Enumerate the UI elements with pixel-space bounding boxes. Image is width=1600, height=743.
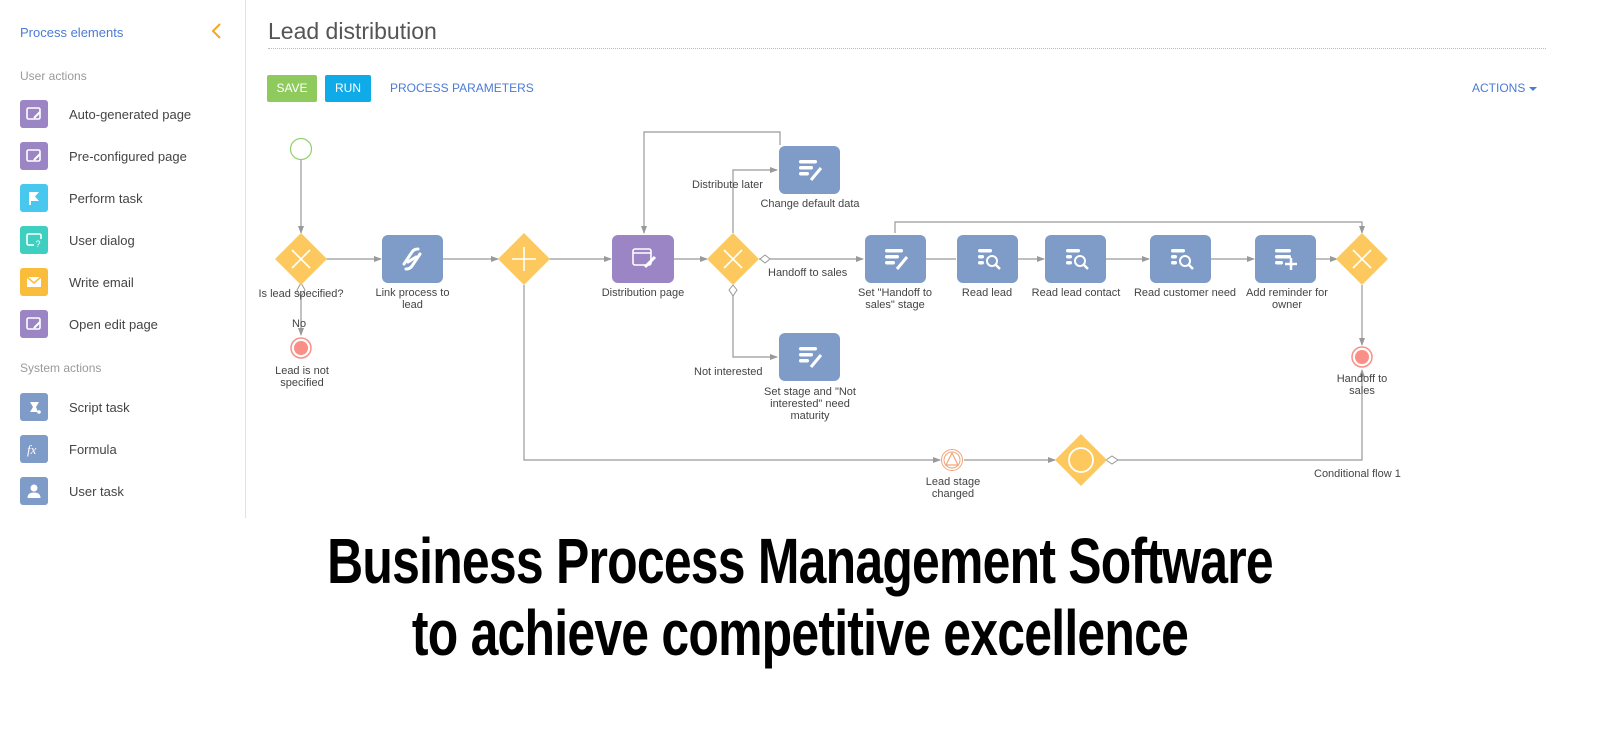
task-read-lead xyxy=(957,235,1018,283)
process-elements-sidebar: Process elements User actions Auto-gener… xyxy=(0,0,246,518)
task-add-reminder xyxy=(1255,235,1316,283)
sidebar-title: Process elements xyxy=(20,25,124,40)
banner-line-1: Business Process Management Software xyxy=(327,525,1273,597)
sidebar-item-script-task[interactable]: Script task xyxy=(20,393,230,421)
label-lead-not-specified: Lead is not specified xyxy=(275,365,329,389)
flow-label-handoff-to-sales: Handoff to sales xyxy=(768,267,848,279)
sidebar-item-label: Auto-generated page xyxy=(69,106,192,122)
task-read-customer-need xyxy=(1150,235,1211,283)
page-edit-icon xyxy=(20,310,48,338)
save-button[interactable]: SAVE xyxy=(267,75,317,102)
flag-icon xyxy=(20,184,48,212)
sidebar-item-label: Perform task xyxy=(69,190,143,206)
run-button[interactable]: RUN xyxy=(325,75,371,102)
flow-label-no: No xyxy=(292,318,307,330)
actions-label: ACTIONS xyxy=(1472,81,1526,95)
group-system-actions: System actions xyxy=(20,361,102,375)
label-change-default-data: Change default data xyxy=(760,198,860,210)
task-link-process-to-lead xyxy=(382,235,443,283)
sidebar-item-user-dialog[interactable]: ? User dialog xyxy=(20,226,230,254)
label-read-customer-need: Read customer need xyxy=(1133,287,1237,299)
svg-text:?: ? xyxy=(36,239,41,248)
page-edit-icon xyxy=(20,100,48,128)
start-event xyxy=(289,137,313,161)
flow-not-interested xyxy=(732,285,778,360)
sidebar-item-pre-configured-page[interactable]: Pre-configured page xyxy=(20,142,230,170)
flow-label-distribute-later: Distribute later xyxy=(692,179,763,191)
sidebar-item-write-email[interactable]: Write email xyxy=(20,268,230,296)
label-read-lead-contact: Read lead contact xyxy=(1031,287,1121,299)
sidebar-item-auto-generated-page[interactable]: Auto-generated page xyxy=(20,100,230,128)
collapse-sidebar-button[interactable] xyxy=(207,20,227,42)
dialog-question-icon: ? xyxy=(20,226,48,254)
sidebar-item-label: Script task xyxy=(69,399,130,415)
diagram-svg xyxy=(275,131,1388,486)
sidebar-item-formula[interactable]: fx Formula xyxy=(20,435,230,463)
gateway-parallel xyxy=(498,233,550,285)
flow-label-conditional-1: Conditional flow 1 xyxy=(1314,468,1401,480)
gateway-merge xyxy=(1336,233,1388,285)
sidebar-item-label: Write email xyxy=(69,274,134,290)
user-icon xyxy=(20,477,48,505)
gateway-is-lead-specified xyxy=(275,233,327,285)
label-handoff-end: Handoff to sales xyxy=(1336,373,1388,397)
group-user-actions: User actions xyxy=(20,69,87,83)
end-event-handoff-to-sales xyxy=(1351,346,1373,368)
label-read-lead: Read lead xyxy=(961,287,1013,299)
title-divider xyxy=(268,48,1546,49)
label-add-reminder: Add reminder for owner xyxy=(1246,287,1328,311)
process-diagram-canvas[interactable] xyxy=(246,110,1600,520)
formula-fx-icon: fx xyxy=(20,435,48,463)
banner-line-2: to achieve competitive excellence xyxy=(411,597,1189,669)
envelope-icon xyxy=(20,268,48,296)
task-change-default-data xyxy=(779,146,840,194)
end-event-lead-not-specified xyxy=(290,337,312,359)
sidebar-item-label: Pre-configured page xyxy=(69,148,187,164)
marketing-banner: Business Process Management Software to … xyxy=(0,525,1600,669)
page-title: Lead distribution xyxy=(268,18,437,44)
sidebar-item-label: Open edit page xyxy=(69,316,158,332)
script-icon xyxy=(20,393,48,421)
chevron-left-icon xyxy=(211,23,221,39)
page-edit-icon xyxy=(20,142,48,170)
sidebar-item-label: Formula xyxy=(69,441,117,457)
flow-conditional-1 xyxy=(1105,369,1365,461)
svg-text:fx: fx xyxy=(27,442,37,457)
label-set-handoff-stage: Set "Handoff to sales" stage xyxy=(857,287,933,311)
flow-label-not-interested: Not interested xyxy=(694,366,763,378)
label-distribution-page: Distribution page xyxy=(601,287,685,299)
event-based-gateway xyxy=(1055,434,1107,486)
process-parameters-button[interactable]: PROCESS PARAMETERS xyxy=(390,75,534,102)
sidebar-item-label: User task xyxy=(69,483,124,499)
intermediate-signal-event xyxy=(941,449,963,471)
sidebar-item-perform-task[interactable]: Perform task xyxy=(20,184,230,212)
sidebar-item-open-edit-page[interactable]: Open edit page xyxy=(20,310,230,338)
label-is-lead-specified: Is lead specified? xyxy=(258,288,344,300)
label-link-process-to-lead: Link process to lead xyxy=(375,287,450,311)
caret-down-icon xyxy=(1529,86,1538,91)
gateway-distribution xyxy=(707,233,759,285)
label-set-not-interested: Set stage and "Not interested" need matu… xyxy=(764,386,856,422)
page-distribution xyxy=(612,235,674,283)
task-read-lead-contact xyxy=(1045,235,1106,283)
label-lead-stage-changed: Lead stage changed xyxy=(925,476,981,500)
sidebar-item-user-task[interactable]: User task xyxy=(20,477,230,505)
actions-dropdown[interactable]: ACTIONS xyxy=(1472,75,1538,102)
task-set-handoff-stage xyxy=(865,235,926,283)
sidebar-item-label: User dialog xyxy=(69,232,135,248)
flow-set-to-merge-top xyxy=(894,221,1365,234)
task-set-not-interested xyxy=(779,333,840,381)
